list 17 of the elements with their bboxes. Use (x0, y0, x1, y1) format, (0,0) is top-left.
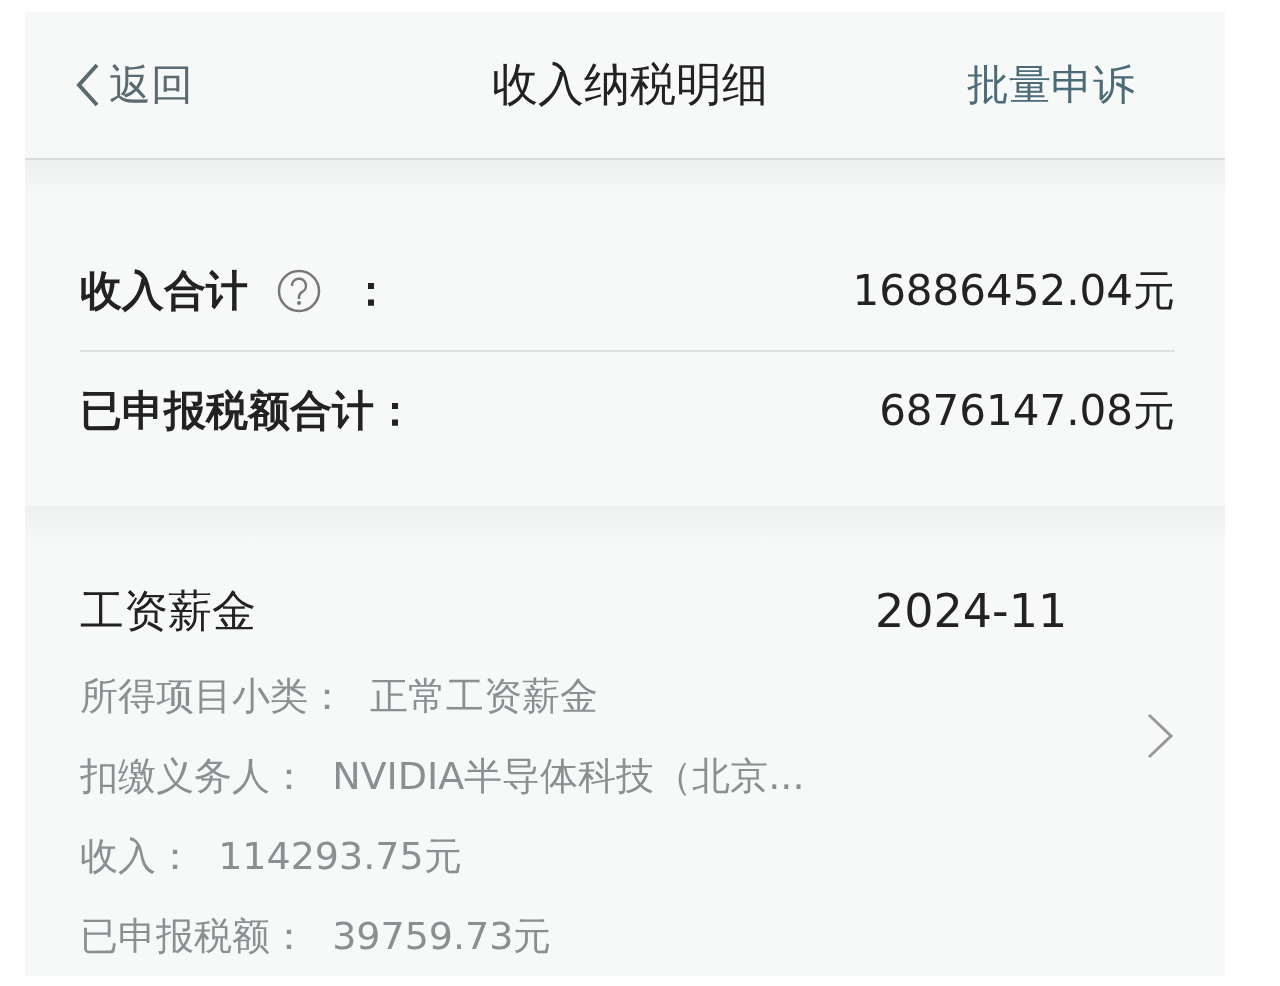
summary-value: 16886452.04元 (852, 265, 1175, 317)
summary-label: 收入合计 (80, 265, 248, 317)
colon: ： (350, 265, 392, 317)
income-record-card[interactable]: 工资薪金 2024-11 所得项目小类： 正常工资薪金 扣缴义务人： NVIDIA半导体科技（北京... 收入： 114293.75元 已申报税额： 39759.73元 (25, 542, 1225, 976)
income-category: 工资薪金 (80, 583, 257, 638)
period: 2024-11 (875, 584, 1068, 638)
page-title: 收入纳税明细 (492, 56, 768, 113)
help-icon[interactable] (276, 268, 322, 314)
summary-label: 已申报税额合计： (80, 385, 416, 437)
detail-line: 收入： 114293.75元 (80, 832, 463, 880)
detail-line: 所得项目小类： 正常工资薪金 (80, 672, 600, 720)
detail-line: 扣缴义务人： NVIDIA半导体科技（北京... (80, 752, 805, 800)
detail-line: 已申报税额： 39759.73元 (80, 912, 553, 960)
batch-appeal-link[interactable]: 批量申诉 (967, 57, 1135, 113)
back-button[interactable]: 返回 (73, 57, 193, 113)
summary-value: 6876147.08元 (879, 385, 1175, 437)
chevron-right-icon[interactable] (1145, 711, 1175, 761)
